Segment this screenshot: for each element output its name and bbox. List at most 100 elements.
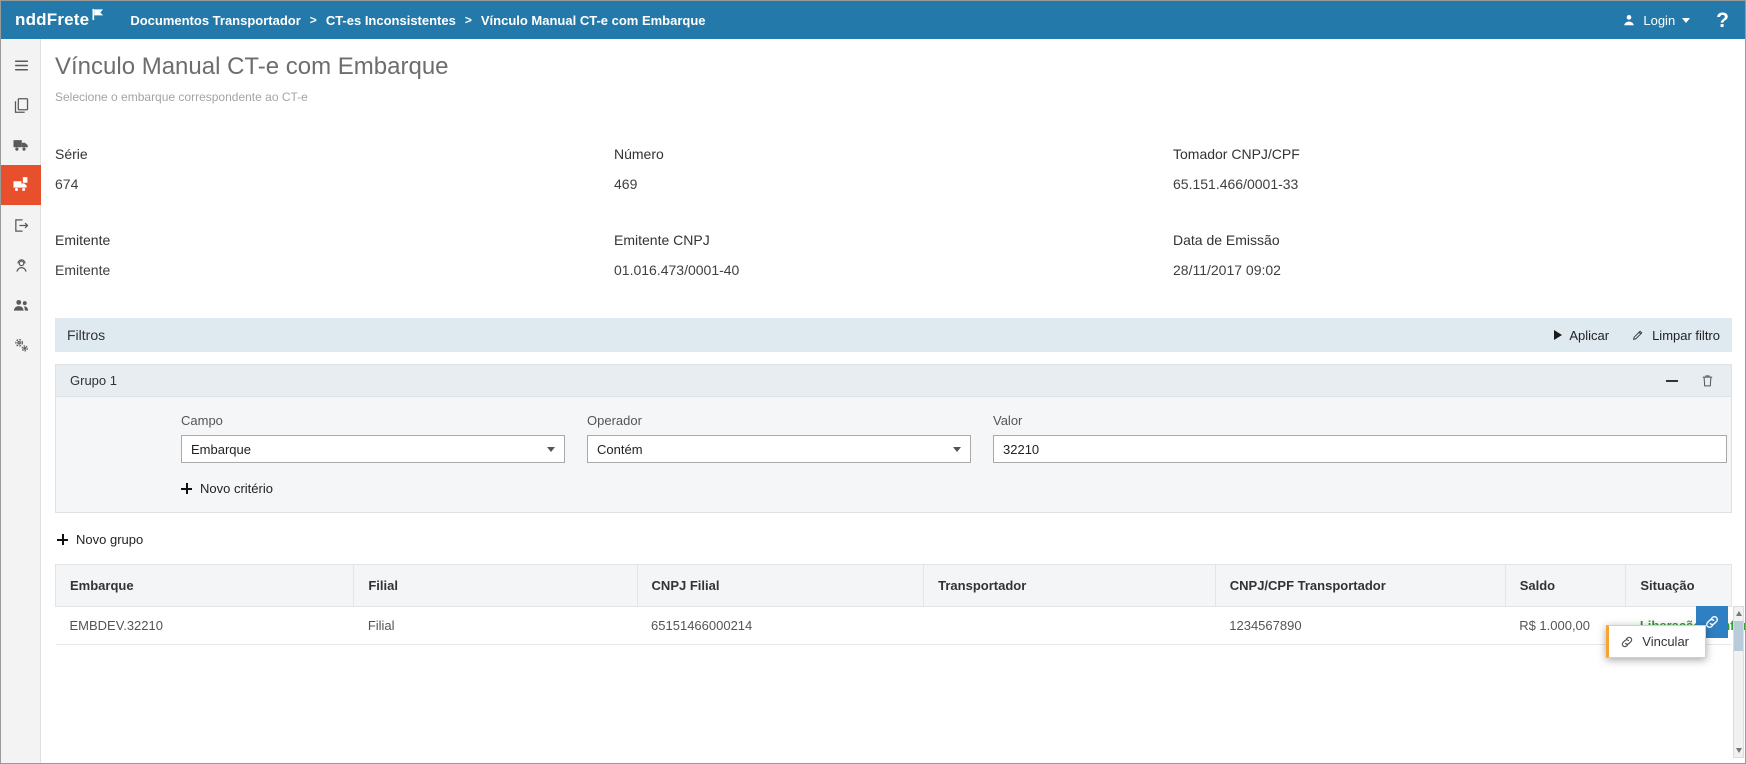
table-scrollbar[interactable]	[1733, 606, 1744, 758]
filter-group-panel: Grupo 1	[55, 364, 1732, 513]
add-group-button[interactable]: Novo grupo	[57, 532, 143, 547]
add-group-label: Novo grupo	[76, 532, 143, 547]
vincular-label: Vincular	[1642, 634, 1689, 649]
embarques-table: Embarque Filial CNPJ Filial Transportado…	[55, 564, 1732, 645]
campo-selected-value: Embarque	[191, 442, 251, 457]
collapse-group-button[interactable]	[1664, 378, 1680, 384]
operador-selected-value: Contém	[597, 442, 643, 457]
scroll-down-button[interactable]	[1734, 744, 1743, 757]
page-subtitle: Selecione o embarque correspondente ao C…	[55, 90, 1732, 104]
detail-value: 01.016.473/0001-40	[614, 262, 1173, 278]
detail-label: Tomador CNPJ/CPF	[1173, 146, 1732, 162]
campo-field: Campo Embarque	[181, 413, 565, 463]
delete-group-button[interactable]	[1698, 371, 1717, 390]
operador-label: Operador	[587, 413, 971, 428]
column-header-transportador: Transportador	[924, 565, 1216, 607]
add-criterion-button[interactable]: Novo critério	[181, 481, 273, 496]
detail-label: Série	[55, 146, 614, 162]
column-header-embarque: Embarque	[56, 565, 354, 607]
clear-filter-button[interactable]: Limpar filtro	[1631, 328, 1720, 343]
valor-label: Valor	[993, 413, 1727, 428]
criteria-row: Campo Embarque Operador Contém	[181, 413, 1727, 463]
link-icon	[1704, 614, 1720, 630]
operador-field: Operador Contém	[587, 413, 971, 463]
sidebar-menu-toggle[interactable]	[1, 45, 41, 85]
link-icon	[1620, 635, 1634, 649]
help-button[interactable]: ?	[1716, 10, 1729, 31]
detail-label: Data de Emissão	[1173, 232, 1732, 248]
chevron-down-icon	[1682, 18, 1690, 23]
sidebar-item-users[interactable]	[1, 285, 41, 325]
detail-value: 469	[614, 176, 1173, 192]
users-icon	[12, 296, 30, 314]
group-title: Grupo 1	[70, 373, 117, 388]
valor-input[interactable]	[993, 435, 1727, 463]
breadcrumb-item-ctes-inconsistentes[interactable]: CT-es Inconsistentes	[326, 13, 456, 28]
settings-gears-icon	[12, 336, 30, 354]
cte-details: Série 674 Número 469 Tomador CNPJ/CPF 65…	[55, 146, 1732, 278]
page-title: Vínculo Manual CT-e com Embarque	[55, 53, 1732, 81]
detail-field-numero: Número 469	[614, 146, 1173, 192]
column-header-filial: Filial	[354, 565, 637, 607]
detail-value: Emitente	[55, 262, 614, 278]
detail-field-emitente-cnpj: Emitente CNPJ 01.016.473/0001-40	[614, 232, 1173, 278]
detail-field-emitente: Emitente Emitente	[55, 232, 614, 278]
embarques-table-wrap: Embarque Filial CNPJ Filial Transportado…	[55, 564, 1732, 645]
filters-actions: Aplicar Limpar filtro	[1554, 328, 1720, 343]
clear-filter-label: Limpar filtro	[1652, 328, 1720, 343]
column-header-cnpj-filial: CNPJ Filial	[637, 565, 924, 607]
cell-cnpj-filial: 65151466000214	[637, 607, 924, 645]
plus-icon	[57, 534, 68, 545]
operador-select[interactable]: Contém	[587, 435, 971, 463]
apply-filter-button[interactable]: Aplicar	[1554, 328, 1609, 343]
plus-icon	[181, 483, 192, 494]
sidebar	[1, 39, 41, 763]
scrollbar-thumb[interactable]	[1734, 621, 1743, 651]
table-row[interactable]: EMBDEV.32210 Filial 65151466000214 12345…	[56, 607, 1732, 645]
sidebar-item-settings[interactable]	[1, 325, 41, 365]
sidebar-item-support[interactable]	[1, 245, 41, 285]
detail-value: 65.151.466/0001-33	[1173, 176, 1732, 192]
logo-text: nddFrete	[15, 10, 89, 30]
nddfrete-logo: nddFrete	[15, 10, 104, 30]
breadcrumb-item-vinculo-manual[interactable]: Vínculo Manual CT-e com Embarque	[481, 13, 706, 28]
sidebar-item-documents[interactable]	[1, 85, 41, 125]
breadcrumb: Documentos Transportador > CT-es Inconsi…	[130, 13, 1622, 28]
vincular-popup[interactable]: Vincular	[1606, 625, 1706, 658]
breadcrumb-item-documentos-transportador[interactable]: Documentos Transportador	[130, 13, 300, 28]
breadcrumb-separator: >	[465, 13, 472, 27]
breadcrumb-separator: >	[310, 13, 317, 27]
column-header-saldo: Saldo	[1505, 565, 1626, 607]
campo-label: Campo	[181, 413, 565, 428]
valor-field: Valor	[993, 413, 1727, 463]
sidebar-item-truck[interactable]	[1, 125, 41, 165]
column-header-situacao: Situação	[1626, 565, 1732, 607]
sidebar-item-transport-documents[interactable]	[1, 165, 41, 205]
detail-label: Emitente	[55, 232, 614, 248]
table-header-row: Embarque Filial CNPJ Filial Transportado…	[56, 565, 1732, 607]
flag-icon	[91, 8, 104, 21]
detail-label: Número	[614, 146, 1173, 162]
column-header-cnpj-transportador: CNPJ/CPF Transportador	[1215, 565, 1505, 607]
detail-label: Emitente CNPJ	[614, 232, 1173, 248]
campo-select[interactable]: Embarque	[181, 435, 565, 463]
apply-label: Aplicar	[1569, 328, 1609, 343]
truck-document-icon	[12, 176, 30, 194]
clear-filter-icon	[1631, 328, 1645, 342]
group-actions	[1664, 371, 1717, 390]
cell-cnpj-transportador: 1234567890	[1215, 607, 1505, 645]
filter-group-header: Grupo 1	[56, 365, 1731, 397]
filters-section: Filtros Aplicar Limpar filtro	[55, 318, 1732, 547]
add-criterion-label: Novo critério	[200, 481, 273, 496]
scroll-up-button[interactable]	[1734, 607, 1743, 620]
trash-icon	[1700, 373, 1715, 388]
dropdown-arrow-icon	[547, 447, 555, 452]
sidebar-item-export[interactable]	[1, 205, 41, 245]
top-bar: nddFrete Documentos Transportador > CT-e…	[1, 1, 1745, 39]
minus-icon	[1666, 380, 1678, 382]
login-menu[interactable]: Login	[1622, 13, 1690, 28]
detail-value: 674	[55, 176, 614, 192]
main-content: Vínculo Manual CT-e com Embarque Selecio…	[41, 39, 1745, 763]
detail-field-data-emissao: Data de Emissão 28/11/2017 09:02	[1173, 232, 1732, 278]
dropdown-arrow-icon	[953, 447, 961, 452]
